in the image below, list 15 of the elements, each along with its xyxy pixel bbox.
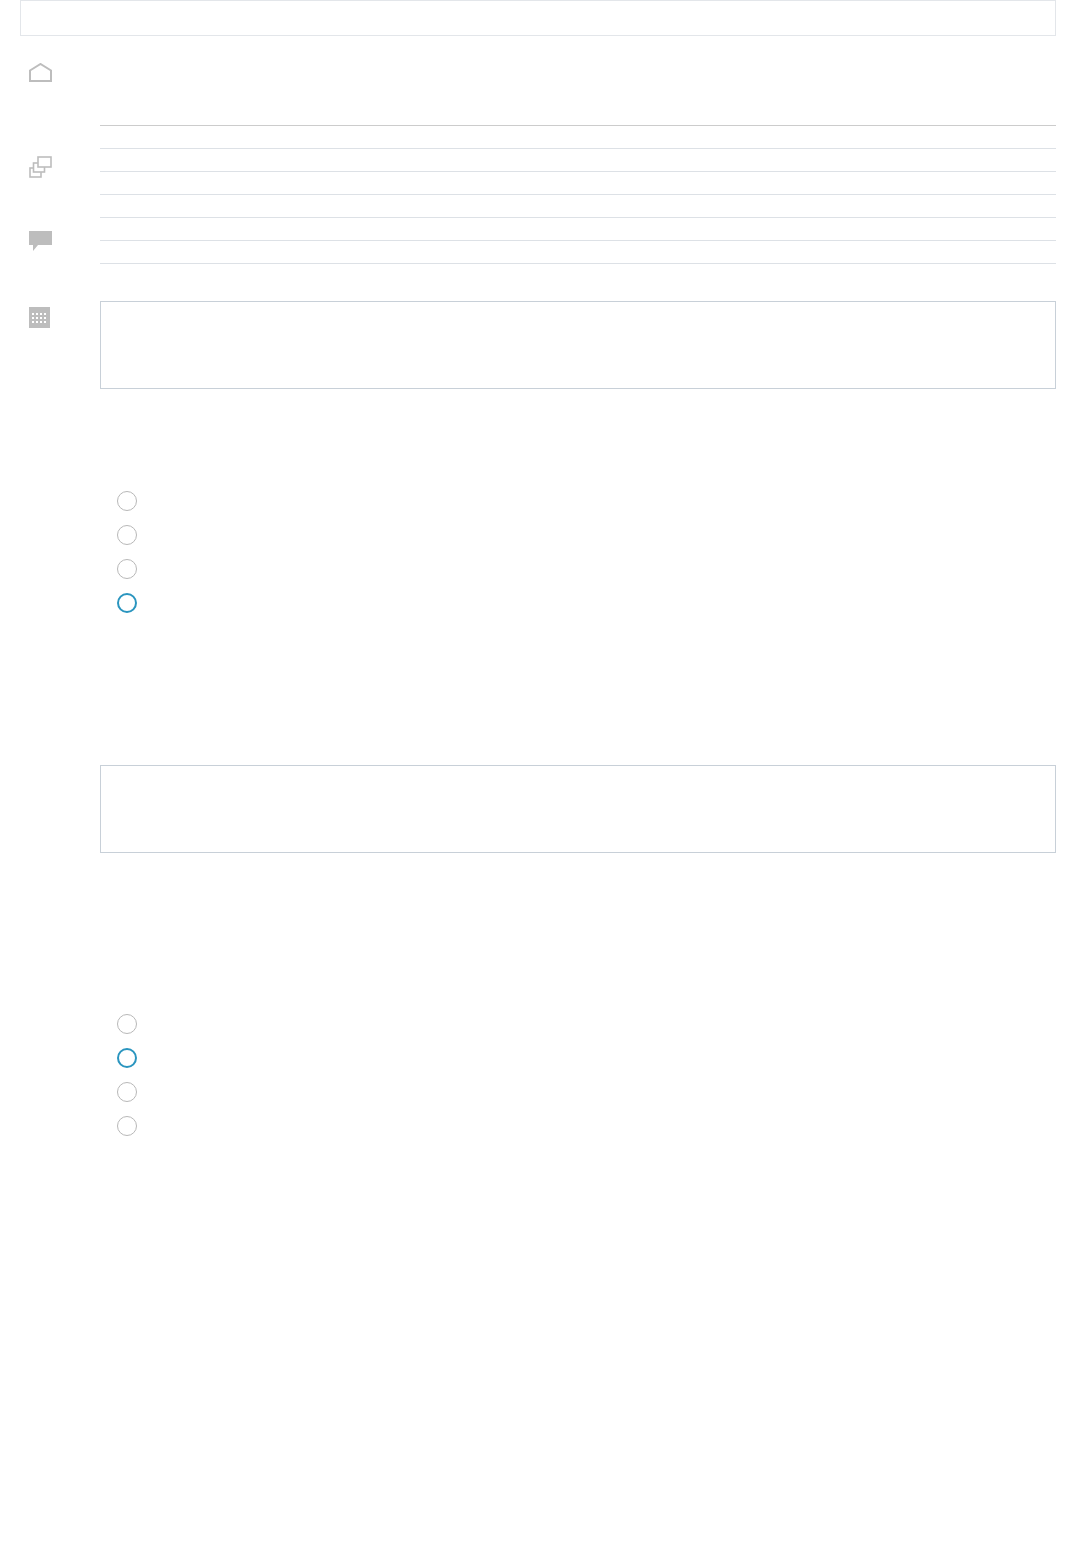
radio-button[interactable] bbox=[117, 491, 137, 511]
radio-button[interactable] bbox=[117, 1014, 137, 1034]
radio-button[interactable] bbox=[117, 1116, 137, 1136]
windows-icon bbox=[29, 156, 52, 178]
input-field[interactable] bbox=[100, 301, 1056, 389]
radio-button[interactable] bbox=[117, 1048, 137, 1068]
radio-button[interactable] bbox=[117, 593, 137, 613]
chat-icon bbox=[29, 231, 52, 252]
home-icon bbox=[29, 63, 52, 82]
calendar-icon bbox=[29, 307, 50, 328]
radio-button[interactable] bbox=[117, 559, 137, 579]
radio-button[interactable] bbox=[117, 1082, 137, 1102]
input-field[interactable] bbox=[100, 765, 1056, 853]
radio-button[interactable] bbox=[117, 525, 137, 545]
input-field[interactable] bbox=[20, 0, 1056, 36]
